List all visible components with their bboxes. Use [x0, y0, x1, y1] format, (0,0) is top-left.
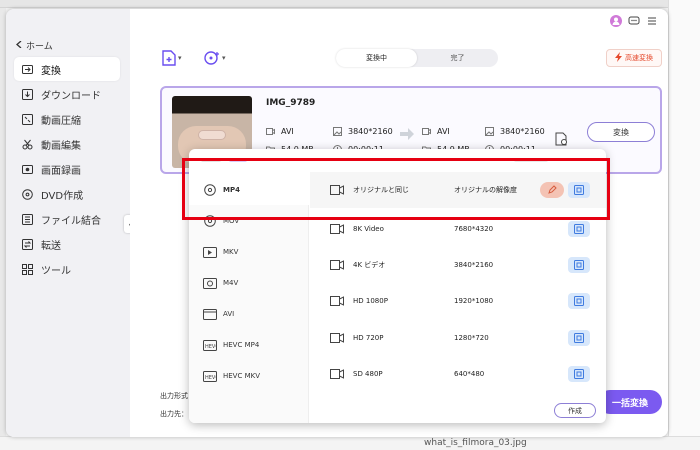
video-icon — [330, 333, 344, 343]
preset-settings-button[interactable] — [568, 221, 590, 237]
output-format-label: 出力形式 — [160, 392, 188, 400]
sidebar-item-label: ツール — [41, 265, 71, 277]
compress-icon — [22, 113, 33, 125]
video-icon — [203, 246, 217, 258]
resolution-row-720p[interactable]: HD 720P 1280*720 — [310, 320, 606, 356]
chat-icon[interactable] — [628, 15, 640, 27]
sidebar-item-label: 画面録画 — [41, 165, 81, 177]
sidebar-item-transfer[interactable]: 転送 — [14, 232, 120, 256]
image-icon — [333, 127, 342, 136]
chevron-down-icon: ▾ — [222, 54, 226, 62]
svg-text:HEVC: HEVC — [205, 375, 217, 381]
target-resolution: 3840*2160 — [485, 127, 545, 136]
preset-settings-button[interactable] — [568, 330, 590, 346]
sidebar: ホーム 変換 ダウンロード 動画圧縮 動画編集 画面録画 DVD作成 ファイル結… — [6, 9, 130, 437]
file-settings-icon[interactable] — [555, 132, 569, 146]
merge-icon — [22, 213, 33, 225]
preset-settings-button[interactable] — [568, 293, 590, 309]
film-icon — [203, 308, 217, 320]
back-button[interactable]: ホーム — [16, 39, 53, 52]
svg-text:HEVC: HEVC — [205, 344, 217, 350]
settings-icon — [574, 296, 584, 306]
video-icon — [330, 296, 344, 306]
background-file-list — [668, 0, 700, 450]
settings-icon — [574, 224, 584, 234]
sidebar-item-label: ファイル結合 — [41, 215, 101, 227]
sidebar-item-label: 動画圧縮 — [41, 115, 81, 127]
tab-converting[interactable]: 変換中 — [336, 49, 417, 67]
bulk-convert-button[interactable]: 一括変換 — [598, 390, 662, 414]
lightning-icon — [615, 52, 623, 64]
format-item-avi[interactable]: AVI — [189, 299, 309, 329]
sidebar-item-tools[interactable]: ツール — [14, 257, 120, 281]
convert-button[interactable]: 変換 — [587, 122, 655, 142]
output-destination-label: 出力先： — [160, 410, 188, 418]
sidebar-item-label: 変換 — [41, 65, 61, 77]
menu-icon[interactable] — [646, 15, 658, 27]
resolution-row-4k[interactable]: 4K ビデオ 3840*2160 — [310, 247, 606, 283]
preset-settings-button[interactable] — [568, 257, 590, 273]
arrow-right-icon — [400, 128, 414, 140]
add-file-button[interactable]: ▾ — [162, 49, 190, 67]
status-tabs: 変換中 完了 — [336, 49, 498, 67]
chevron-down-icon: ▾ — [178, 54, 182, 62]
avatar-icon[interactable] — [610, 15, 622, 27]
background-status-bar: what_is_filmora_03.jpg — [0, 436, 700, 450]
preset-settings-button[interactable] — [568, 366, 590, 382]
sidebar-item-merge[interactable]: ファイル結合 — [14, 207, 120, 231]
image-icon — [485, 127, 494, 136]
resolution-row-480p[interactable]: SD 480P 640*480 — [310, 356, 606, 392]
high-speed-label: 高速変換 — [625, 54, 653, 62]
video-icon — [330, 224, 344, 234]
add-file-icon — [162, 50, 176, 66]
sidebar-item-dvd[interactable]: DVD作成 — [14, 182, 120, 206]
format-item-hevc-mkv[interactable]: HEVC HEVC MKV — [189, 361, 309, 391]
create-preset-button[interactable]: 作成 — [554, 403, 596, 418]
format-item-mkv[interactable]: MKV — [189, 237, 309, 267]
hevc-icon: HEVC — [203, 339, 217, 351]
source-format: AVI — [266, 127, 294, 136]
download-icon — [22, 88, 33, 100]
disc-icon — [22, 188, 33, 200]
sidebar-item-label: 動画編集 — [41, 140, 81, 152]
add-dvd-button[interactable]: ▾ — [204, 49, 232, 67]
format-item-m4v[interactable]: M4V — [189, 268, 309, 298]
background-file-name: what_is_filmora_03.jpg — [424, 438, 527, 448]
format-item-hevc-mp4[interactable]: HEVC HEVC MP4 — [189, 330, 309, 360]
record-icon — [22, 164, 33, 175]
back-label: ホーム — [26, 42, 53, 52]
video-icon — [266, 128, 275, 135]
chevron-left-icon — [16, 40, 23, 51]
resolution-row-1080p[interactable]: HD 1080P 1920*1080 — [310, 283, 606, 319]
sidebar-item-record[interactable]: 画面録画 — [14, 157, 120, 181]
sidebar-item-compress[interactable]: 動画圧縮 — [14, 107, 120, 131]
top-right-icons — [610, 15, 658, 27]
convert-icon — [22, 64, 33, 75]
video-icon — [422, 128, 431, 135]
sidebar-item-label: ダウンロード — [41, 90, 101, 102]
sidebar-item-label: 転送 — [41, 240, 61, 252]
transfer-icon — [22, 238, 33, 250]
video-icon — [330, 260, 344, 270]
background-window-strip — [0, 0, 700, 8]
video-icon — [203, 277, 217, 289]
hevc-icon: HEVC — [203, 370, 217, 382]
high-speed-toggle[interactable]: 高速変換 — [606, 49, 662, 67]
tab-completed[interactable]: 完了 — [417, 49, 498, 67]
settings-icon — [574, 369, 584, 379]
source-resolution: 3840*2160 — [333, 127, 393, 136]
sidebar-item-edit[interactable]: 動画編集 — [14, 132, 120, 156]
grid-icon — [22, 263, 33, 275]
target-format: AVI — [422, 127, 450, 136]
sidebar-item-convert[interactable]: 変換 — [14, 57, 120, 81]
add-dvd-icon — [204, 51, 219, 65]
sidebar-item-label: DVD作成 — [41, 190, 84, 202]
settings-icon — [574, 333, 584, 343]
file-name: IMG_9789 — [266, 98, 316, 108]
highlight-annotation-box — [182, 158, 610, 220]
video-icon — [330, 369, 344, 379]
settings-icon — [574, 260, 584, 270]
sidebar-item-download[interactable]: ダウンロード — [14, 82, 120, 106]
scissors-icon — [22, 139, 33, 150]
